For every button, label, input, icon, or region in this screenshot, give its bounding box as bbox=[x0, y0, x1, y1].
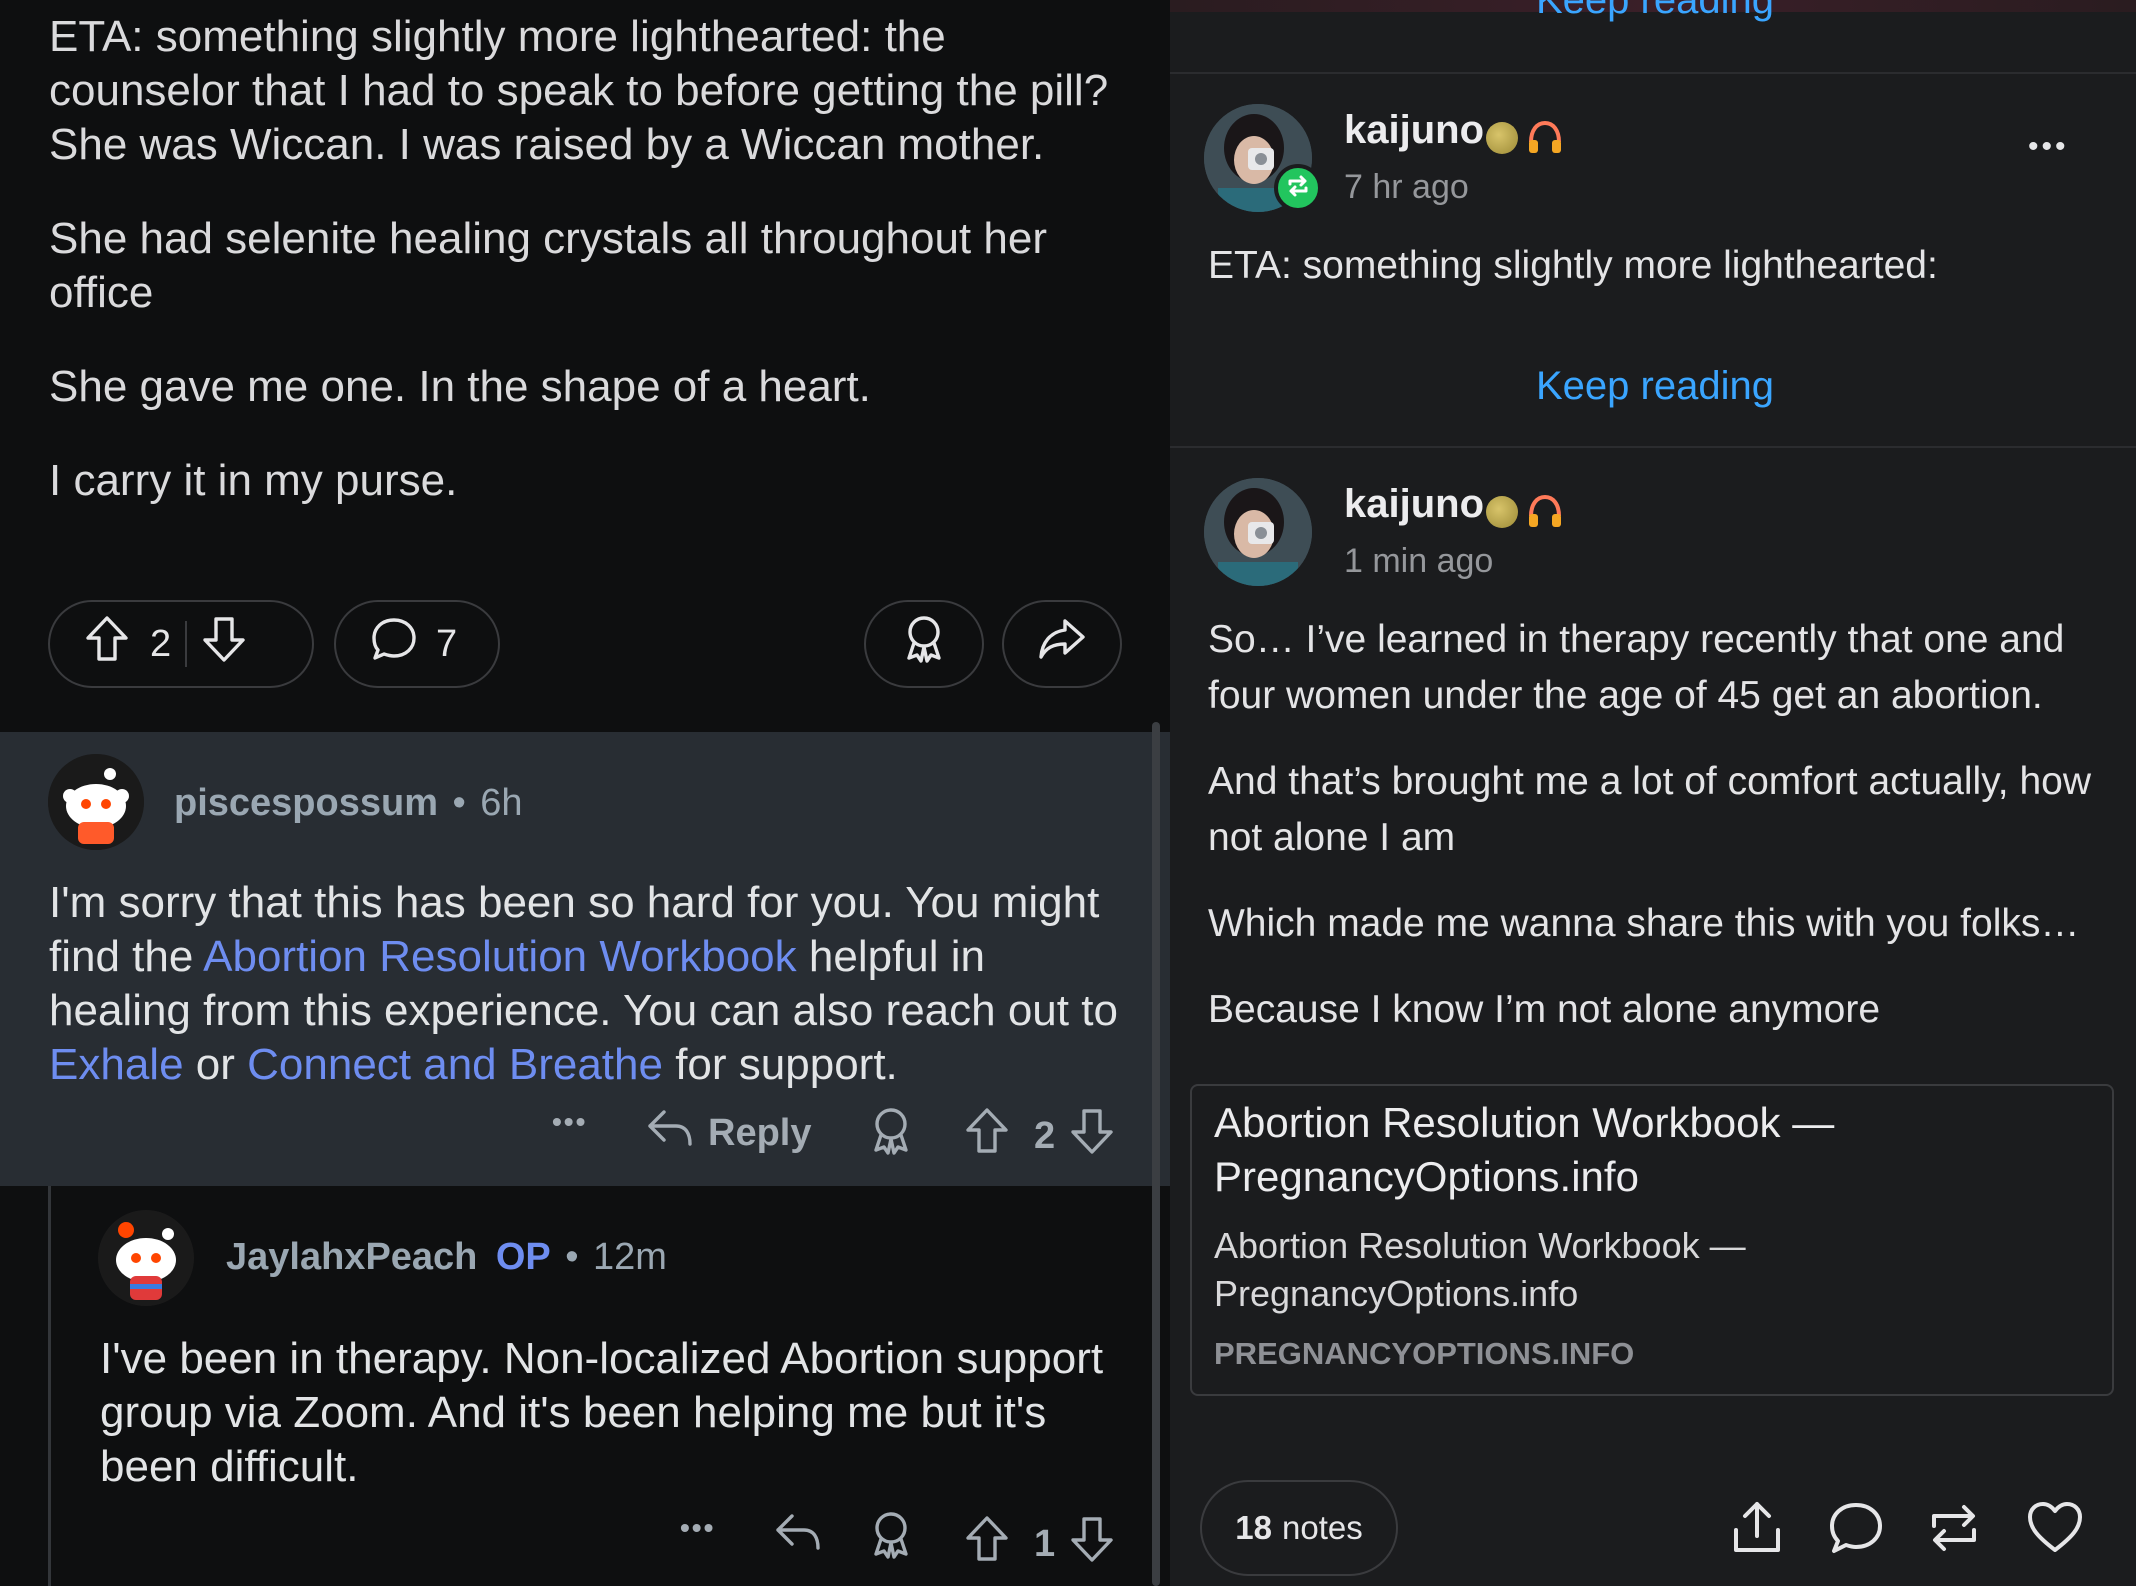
scrollbar[interactable] bbox=[1152, 722, 1160, 1586]
reblog-icon bbox=[1285, 173, 1311, 204]
avatar[interactable] bbox=[48, 754, 144, 850]
vote-count: 2 bbox=[1034, 1114, 1056, 1157]
meta-separator: • bbox=[565, 1236, 579, 1278]
headphones-icon bbox=[1526, 118, 1564, 161]
more-icon: ••• bbox=[552, 1106, 588, 1137]
award-icon bbox=[901, 614, 947, 674]
reply-arrow-icon bbox=[646, 1106, 694, 1160]
op-badge: OP bbox=[495, 1236, 551, 1278]
post-time: 1 min ago bbox=[1344, 542, 1494, 580]
award-icon bbox=[868, 1510, 914, 1570]
comment-text: or bbox=[183, 1040, 248, 1089]
keep-reading-link[interactable]: Keep reading bbox=[1536, 364, 1774, 409]
post-body: So… I’ve learned in therapy recently tha… bbox=[1208, 612, 2108, 1038]
vote-count: 2 bbox=[150, 622, 172, 665]
share-icon[interactable] bbox=[1730, 1500, 1784, 1561]
vote-count: 1 bbox=[1034, 1522, 1056, 1565]
post-paragraph: She had selenite healing crystals all th… bbox=[49, 214, 1047, 317]
more-icon: ••• bbox=[2028, 130, 2069, 163]
reblog-icon[interactable] bbox=[1926, 1500, 1982, 1561]
notes-count: 18 bbox=[1235, 1509, 1272, 1546]
comment-username[interactable]: piscespossum bbox=[174, 782, 438, 824]
comment-highlighted: piscespossum • 6h I'm sorry that this ha… bbox=[0, 732, 1170, 1186]
upvote-icon[interactable] bbox=[964, 1514, 1010, 1574]
award-button[interactable] bbox=[868, 1106, 914, 1166]
more-options-button[interactable]: ••• bbox=[680, 1512, 715, 1544]
comment-vote-row: 2 bbox=[964, 1106, 1115, 1166]
post-body: ETA: something slightly more lighthearte… bbox=[1208, 238, 2108, 294]
post-paragraph: Because I know I’m not alone anymore bbox=[1208, 988, 1881, 1031]
reddit-pane: ETA: something slightly more lighthearte… bbox=[0, 0, 1170, 1586]
post-username[interactable]: kaijuno bbox=[1344, 108, 1484, 153]
meta-separator: • bbox=[452, 782, 466, 824]
link-card-domain: PREGNANCYOPTIONS.INFO bbox=[1214, 1336, 1635, 1371]
comment-bubble-icon bbox=[370, 615, 418, 673]
comments-button[interactable]: 7 bbox=[334, 600, 500, 688]
post-paragraph: Which made me wanna share this with you … bbox=[1208, 902, 2080, 945]
comment-username[interactable]: JaylahxPeach bbox=[226, 1236, 477, 1278]
headphones-icon bbox=[1526, 492, 1564, 535]
downvote-icon[interactable] bbox=[1069, 1514, 1115, 1574]
comment-count: 7 bbox=[436, 622, 458, 665]
comment-vote-row: 1 bbox=[964, 1514, 1115, 1574]
post-paragraph: ETA: something slightly more lighthearte… bbox=[49, 12, 1109, 169]
share-button[interactable] bbox=[1002, 600, 1122, 688]
award-button[interactable] bbox=[864, 600, 984, 688]
post-username[interactable]: kaijuno bbox=[1344, 482, 1484, 527]
comment-body: I've been in therapy. Non-localized Abor… bbox=[100, 1334, 1104, 1491]
moon-icon bbox=[1486, 496, 1518, 528]
link-card-subtitle: Abortion Resolution Workbook — Pregnancy… bbox=[1214, 1225, 1746, 1314]
tumblr-pane: Keep reading kaijuno 7 hr ago ••• ETA: s… bbox=[1170, 0, 2136, 1586]
workbook-link[interactable]: Abortion Resolution Workbook bbox=[203, 932, 797, 981]
award-button[interactable] bbox=[868, 1510, 914, 1570]
notes-button[interactable]: 18 notes bbox=[1200, 1480, 1398, 1576]
post-paragraph: ETA: something slightly more lighthearte… bbox=[1208, 244, 1938, 287]
heart-icon[interactable] bbox=[2026, 1500, 2084, 1559]
comment-body: I'm sorry that this has been so hard for… bbox=[49, 876, 1139, 1092]
upvote-icon[interactable] bbox=[964, 1106, 1010, 1166]
post-paragraph: And that’s brought me a lot of comfort a… bbox=[1208, 760, 2092, 859]
avatar[interactable] bbox=[98, 1210, 194, 1306]
divider bbox=[1170, 446, 2136, 448]
comment-icon[interactable] bbox=[1828, 1500, 1884, 1561]
reply-arrow-icon bbox=[774, 1510, 822, 1564]
post-time: 7 hr ago bbox=[1344, 168, 1469, 206]
comment-text: for support. bbox=[662, 1040, 898, 1089]
vote-pill: 2 bbox=[48, 600, 314, 688]
reply-button[interactable] bbox=[774, 1510, 822, 1564]
exhale-link[interactable]: Exhale bbox=[49, 1040, 184, 1089]
reply-button[interactable]: Reply bbox=[646, 1106, 811, 1160]
downvote-icon[interactable] bbox=[201, 614, 247, 674]
downvote-icon[interactable] bbox=[1069, 1106, 1115, 1166]
keep-reading-link[interactable]: Keep reading bbox=[1536, 0, 1774, 23]
divider bbox=[1170, 72, 2136, 74]
post-body: ETA: something slightly more lighthearte… bbox=[49, 10, 1139, 508]
moon-icon bbox=[1486, 122, 1518, 154]
more-icon: ••• bbox=[680, 1512, 716, 1543]
reblog-badge bbox=[1274, 164, 1322, 212]
link-card[interactable]: Abortion Resolution Workbook — Pregnancy… bbox=[1190, 1084, 2114, 1396]
link-card-title: Abortion Resolution Workbook — Pregnancy… bbox=[1214, 1099, 1835, 1200]
upvote-icon[interactable] bbox=[84, 614, 130, 674]
avatar[interactable] bbox=[1204, 478, 1312, 586]
thread-line bbox=[48, 1186, 51, 1586]
comment-meta: JaylahxPeach OP • 12m bbox=[226, 1236, 667, 1279]
more-options-button[interactable]: ••• bbox=[2028, 130, 2069, 164]
post-paragraph: I carry it in my purse. bbox=[49, 456, 458, 505]
connect-and-breathe-link[interactable]: Connect and Breathe bbox=[247, 1040, 663, 1089]
notes-label: notes bbox=[1281, 1509, 1363, 1546]
comment-time: 6h bbox=[480, 782, 523, 824]
reply-label: Reply bbox=[708, 1111, 812, 1154]
comment-meta: piscespossum • 6h bbox=[174, 782, 523, 825]
award-icon bbox=[868, 1106, 914, 1166]
comment-time: 12m bbox=[592, 1236, 667, 1278]
more-options-button[interactable]: ••• bbox=[552, 1106, 587, 1138]
share-icon bbox=[1037, 617, 1087, 671]
post-paragraph: So… I’ve learned in therapy recently tha… bbox=[1208, 618, 2065, 717]
post-paragraph: She gave me one. In the shape of a heart… bbox=[49, 362, 871, 411]
